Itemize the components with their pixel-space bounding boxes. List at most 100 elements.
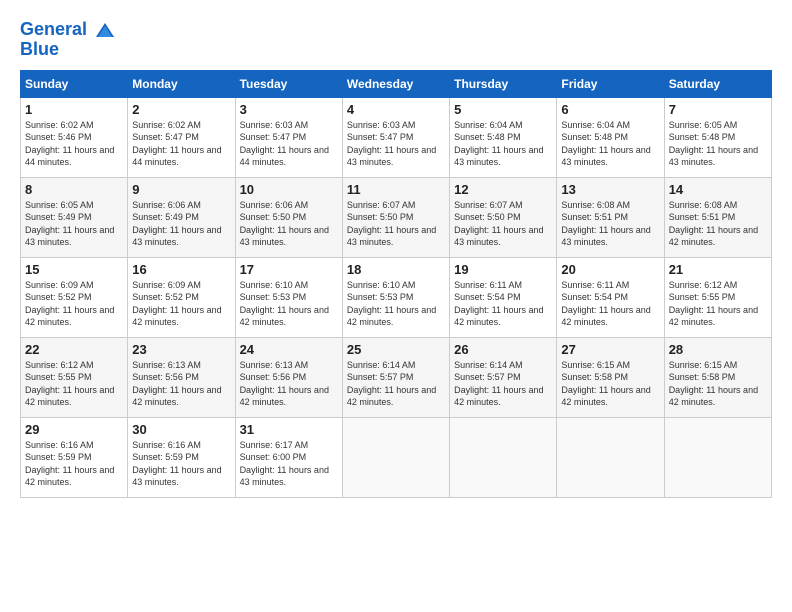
day-number: 26	[454, 342, 552, 357]
day-cell: 9 Sunrise: 6:06 AM Sunset: 5:49 PM Dayli…	[128, 177, 235, 257]
day-number: 12	[454, 182, 552, 197]
day-number: 14	[669, 182, 767, 197]
day-number: 23	[132, 342, 230, 357]
day-cell: 17 Sunrise: 6:10 AM Sunset: 5:53 PM Dayl…	[235, 257, 342, 337]
day-info: Sunrise: 6:12 AM Sunset: 5:55 PM Dayligh…	[669, 279, 767, 329]
day-number: 7	[669, 102, 767, 117]
day-cell: 4 Sunrise: 6:03 AM Sunset: 5:47 PM Dayli…	[342, 97, 449, 177]
day-cell: 13 Sunrise: 6:08 AM Sunset: 5:51 PM Dayl…	[557, 177, 664, 257]
day-number: 22	[25, 342, 123, 357]
day-number: 1	[25, 102, 123, 117]
day-cell: 20 Sunrise: 6:11 AM Sunset: 5:54 PM Dayl…	[557, 257, 664, 337]
day-cell	[557, 417, 664, 497]
day-info: Sunrise: 6:08 AM Sunset: 5:51 PM Dayligh…	[669, 199, 767, 249]
logo: General Blue	[20, 20, 116, 60]
day-number: 30	[132, 422, 230, 437]
day-info: Sunrise: 6:04 AM Sunset: 5:48 PM Dayligh…	[454, 119, 552, 169]
day-info: Sunrise: 6:15 AM Sunset: 5:58 PM Dayligh…	[561, 359, 659, 409]
day-cell: 19 Sunrise: 6:11 AM Sunset: 5:54 PM Dayl…	[450, 257, 557, 337]
day-cell: 23 Sunrise: 6:13 AM Sunset: 5:56 PM Dayl…	[128, 337, 235, 417]
day-info: Sunrise: 6:11 AM Sunset: 5:54 PM Dayligh…	[454, 279, 552, 329]
day-cell: 1 Sunrise: 6:02 AM Sunset: 5:46 PM Dayli…	[21, 97, 128, 177]
weekday-header-saturday: Saturday	[664, 70, 771, 97]
day-cell: 28 Sunrise: 6:15 AM Sunset: 5:58 PM Dayl…	[664, 337, 771, 417]
page-header: General Blue	[20, 20, 772, 60]
day-number: 13	[561, 182, 659, 197]
weekday-header-sunday: Sunday	[21, 70, 128, 97]
day-number: 20	[561, 262, 659, 277]
calendar-table: SundayMondayTuesdayWednesdayThursdayFrid…	[20, 70, 772, 498]
day-info: Sunrise: 6:12 AM Sunset: 5:55 PM Dayligh…	[25, 359, 123, 409]
day-number: 9	[132, 182, 230, 197]
day-number: 11	[347, 182, 445, 197]
week-row-1: 1 Sunrise: 6:02 AM Sunset: 5:46 PM Dayli…	[21, 97, 772, 177]
day-info: Sunrise: 6:13 AM Sunset: 5:56 PM Dayligh…	[132, 359, 230, 409]
day-cell: 6 Sunrise: 6:04 AM Sunset: 5:48 PM Dayli…	[557, 97, 664, 177]
logo-text: General	[20, 20, 116, 40]
day-cell: 8 Sunrise: 6:05 AM Sunset: 5:49 PM Dayli…	[21, 177, 128, 257]
day-info: Sunrise: 6:11 AM Sunset: 5:54 PM Dayligh…	[561, 279, 659, 329]
day-cell: 30 Sunrise: 6:16 AM Sunset: 5:59 PM Dayl…	[128, 417, 235, 497]
day-info: Sunrise: 6:06 AM Sunset: 5:50 PM Dayligh…	[240, 199, 338, 249]
weekday-header-monday: Monday	[128, 70, 235, 97]
day-cell: 11 Sunrise: 6:07 AM Sunset: 5:50 PM Dayl…	[342, 177, 449, 257]
day-number: 25	[347, 342, 445, 357]
day-info: Sunrise: 6:16 AM Sunset: 5:59 PM Dayligh…	[132, 439, 230, 489]
day-cell: 5 Sunrise: 6:04 AM Sunset: 5:48 PM Dayli…	[450, 97, 557, 177]
day-number: 17	[240, 262, 338, 277]
day-info: Sunrise: 6:14 AM Sunset: 5:57 PM Dayligh…	[454, 359, 552, 409]
day-cell: 29 Sunrise: 6:16 AM Sunset: 5:59 PM Dayl…	[21, 417, 128, 497]
day-cell: 27 Sunrise: 6:15 AM Sunset: 5:58 PM Dayl…	[557, 337, 664, 417]
day-number: 2	[132, 102, 230, 117]
day-info: Sunrise: 6:02 AM Sunset: 5:47 PM Dayligh…	[132, 119, 230, 169]
weekday-header-thursday: Thursday	[450, 70, 557, 97]
day-info: Sunrise: 6:15 AM Sunset: 5:58 PM Dayligh…	[669, 359, 767, 409]
day-cell: 16 Sunrise: 6:09 AM Sunset: 5:52 PM Dayl…	[128, 257, 235, 337]
day-cell: 31 Sunrise: 6:17 AM Sunset: 6:00 PM Dayl…	[235, 417, 342, 497]
day-number: 3	[240, 102, 338, 117]
day-number: 16	[132, 262, 230, 277]
logo-blue: Blue	[20, 40, 116, 60]
day-number: 18	[347, 262, 445, 277]
day-info: Sunrise: 6:05 AM Sunset: 5:49 PM Dayligh…	[25, 199, 123, 249]
day-number: 28	[669, 342, 767, 357]
day-number: 6	[561, 102, 659, 117]
weekday-header-friday: Friday	[557, 70, 664, 97]
day-number: 8	[25, 182, 123, 197]
day-number: 19	[454, 262, 552, 277]
day-info: Sunrise: 6:07 AM Sunset: 5:50 PM Dayligh…	[454, 199, 552, 249]
day-cell: 26 Sunrise: 6:14 AM Sunset: 5:57 PM Dayl…	[450, 337, 557, 417]
week-row-3: 15 Sunrise: 6:09 AM Sunset: 5:52 PM Dayl…	[21, 257, 772, 337]
day-number: 24	[240, 342, 338, 357]
day-info: Sunrise: 6:02 AM Sunset: 5:46 PM Dayligh…	[25, 119, 123, 169]
day-cell	[664, 417, 771, 497]
day-info: Sunrise: 6:16 AM Sunset: 5:59 PM Dayligh…	[25, 439, 123, 489]
day-cell: 15 Sunrise: 6:09 AM Sunset: 5:52 PM Dayl…	[21, 257, 128, 337]
day-info: Sunrise: 6:17 AM Sunset: 6:00 PM Dayligh…	[240, 439, 338, 489]
week-row-2: 8 Sunrise: 6:05 AM Sunset: 5:49 PM Dayli…	[21, 177, 772, 257]
day-cell: 10 Sunrise: 6:06 AM Sunset: 5:50 PM Dayl…	[235, 177, 342, 257]
day-info: Sunrise: 6:10 AM Sunset: 5:53 PM Dayligh…	[347, 279, 445, 329]
day-number: 5	[454, 102, 552, 117]
day-cell: 12 Sunrise: 6:07 AM Sunset: 5:50 PM Dayl…	[450, 177, 557, 257]
day-cell: 22 Sunrise: 6:12 AM Sunset: 5:55 PM Dayl…	[21, 337, 128, 417]
day-cell: 25 Sunrise: 6:14 AM Sunset: 5:57 PM Dayl…	[342, 337, 449, 417]
day-info: Sunrise: 6:03 AM Sunset: 5:47 PM Dayligh…	[240, 119, 338, 169]
day-number: 15	[25, 262, 123, 277]
day-info: Sunrise: 6:14 AM Sunset: 5:57 PM Dayligh…	[347, 359, 445, 409]
day-cell: 2 Sunrise: 6:02 AM Sunset: 5:47 PM Dayli…	[128, 97, 235, 177]
day-cell: 14 Sunrise: 6:08 AM Sunset: 5:51 PM Dayl…	[664, 177, 771, 257]
day-cell: 21 Sunrise: 6:12 AM Sunset: 5:55 PM Dayl…	[664, 257, 771, 337]
day-cell	[450, 417, 557, 497]
day-info: Sunrise: 6:06 AM Sunset: 5:49 PM Dayligh…	[132, 199, 230, 249]
weekday-header-wednesday: Wednesday	[342, 70, 449, 97]
weekday-header-tuesday: Tuesday	[235, 70, 342, 97]
day-number: 10	[240, 182, 338, 197]
day-cell: 18 Sunrise: 6:10 AM Sunset: 5:53 PM Dayl…	[342, 257, 449, 337]
day-info: Sunrise: 6:09 AM Sunset: 5:52 PM Dayligh…	[25, 279, 123, 329]
day-number: 31	[240, 422, 338, 437]
week-row-5: 29 Sunrise: 6:16 AM Sunset: 5:59 PM Dayl…	[21, 417, 772, 497]
day-info: Sunrise: 6:05 AM Sunset: 5:48 PM Dayligh…	[669, 119, 767, 169]
day-info: Sunrise: 6:10 AM Sunset: 5:53 PM Dayligh…	[240, 279, 338, 329]
day-number: 29	[25, 422, 123, 437]
